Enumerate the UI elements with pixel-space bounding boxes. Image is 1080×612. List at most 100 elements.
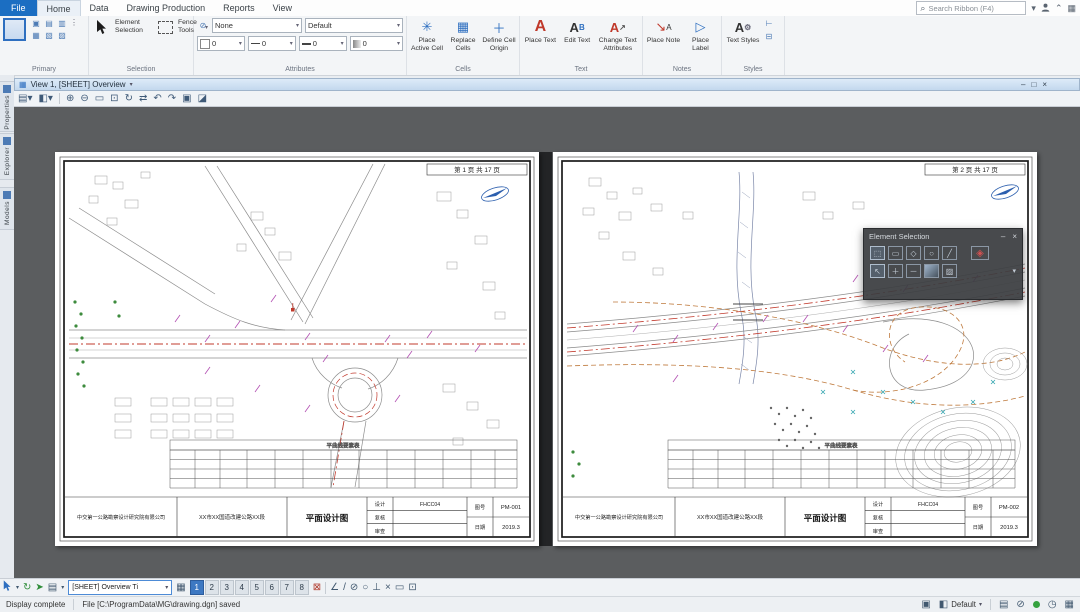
view-minimize-icon[interactable]: –	[1021, 80, 1025, 89]
element-template-combo[interactable]: Default ▾	[305, 18, 403, 33]
pin-ribbon-icon[interactable]: ▾	[1031, 4, 1036, 13]
zoom-out-icon[interactable]: ⊖	[80, 94, 88, 104]
drawing-canvas[interactable]: 第 1 页 共 17 页	[14, 107, 1080, 578]
place-note-button[interactable]: ↘A Place Note	[646, 18, 681, 45]
tab-home[interactable]: Home	[37, 0, 81, 16]
sheet-selector-combo[interactable]: [SHEET] Overview Ti ▾	[68, 580, 172, 595]
active-transparency-combo[interactable]: 0 ▾	[350, 36, 403, 51]
mode-new-icon[interactable]: ↖	[870, 264, 885, 278]
select-all-icon[interactable]: ◈	[971, 246, 989, 260]
tab-file[interactable]: File	[0, 0, 37, 16]
display-style-selector[interactable]: ◧ Default ▾	[939, 600, 982, 610]
close-view-icon[interactable]: ⊠	[313, 583, 321, 593]
text-styles-button[interactable]: A⚙ Text Styles	[725, 18, 761, 45]
active-color-combo[interactable]: 0 ▾	[197, 36, 245, 51]
sidebar-item-properties[interactable]: Properties	[0, 81, 15, 132]
mode-subtract-icon[interactable]: －	[906, 264, 921, 278]
fence-mode-icon[interactable]: ▭	[395, 583, 404, 593]
sidebar-item-models[interactable]: Models	[0, 187, 15, 230]
accusnap-toggle-icon[interactable]: ○	[362, 583, 368, 593]
models-icon[interactable]: ▥	[56, 18, 68, 29]
active-line-style-combo[interactable]: 0 ▾	[248, 36, 296, 51]
method-individual-icon[interactable]: ⬚	[870, 246, 885, 260]
collapse-ribbon-icon[interactable]: ⌃	[1055, 4, 1063, 13]
method-shape-icon[interactable]: ◇	[906, 246, 921, 260]
replace-cells-button[interactable]: ▦ Replace Cells	[446, 18, 480, 52]
element-selection-dialog-titlebar[interactable]: Element Selection – ×	[864, 229, 1022, 244]
message-center-icon[interactable]: ▤	[999, 600, 1008, 610]
method-block-icon[interactable]: ▭	[888, 246, 903, 260]
tab-reports[interactable]: Reports	[214, 0, 264, 16]
view-maximize-icon[interactable]: □	[1031, 80, 1036, 89]
active-line-weight-combo[interactable]: 0 ▾	[299, 36, 347, 51]
display-style-icon[interactable]: ◧▾	[38, 94, 52, 104]
mode-clear-icon[interactable]: ▨	[942, 264, 957, 278]
view-close-icon[interactable]: ×	[1042, 80, 1047, 89]
references-icon[interactable]: ▧	[43, 30, 55, 41]
rotate-view-icon[interactable]: ↻	[125, 94, 133, 104]
clip-volume-icon[interactable]: ◪	[198, 94, 207, 104]
view-attributes-icon[interactable]: ▤▾	[18, 94, 32, 104]
search-input[interactable]: ⌕ Search Ribbon (F4)	[916, 1, 1026, 15]
ortho-lock-icon[interactable]: ⊥	[372, 583, 381, 593]
help-icon[interactable]: ▦	[1067, 4, 1076, 13]
define-cell-origin-button[interactable]: ＋ Define Cell Origin	[482, 18, 516, 52]
method-line-icon[interactable]: ╱	[942, 246, 957, 260]
dimension-styles-icon[interactable]: ⊢	[763, 18, 775, 29]
element-styles-icon[interactable]: ⊟	[763, 31, 775, 42]
view-toggle-8[interactable]: 8	[295, 580, 309, 595]
level-lock-icon[interactable]: ⊘	[197, 20, 209, 31]
keypoint-snap-icon[interactable]: ⊘	[350, 583, 358, 593]
notifications-icon[interactable]: ▦	[1065, 600, 1074, 610]
sidebar-item-explorer[interactable]: Explorer	[0, 133, 15, 180]
pan-view-icon[interactable]: ⇄	[139, 94, 147, 104]
properties-icon[interactable]	[3, 18, 26, 41]
clear-selection-icon[interactable]: ×	[385, 583, 391, 593]
sync-view-icon[interactable]: ➤	[35, 583, 43, 593]
sheet-list-icon[interactable]: ▤	[48, 583, 57, 593]
tab-drawing-production[interactable]: Drawing Production	[118, 0, 215, 16]
place-label-button[interactable]: ▷ Place Label	[683, 18, 718, 52]
edit-text-button[interactable]: AB Edit Text	[560, 18, 595, 45]
attach-tools-icon[interactable]: ▤	[43, 18, 55, 29]
explorer-icon[interactable]: ▣	[30, 18, 42, 29]
snap-mode-icon[interactable]: ∠	[330, 583, 339, 593]
element-selection-dialog[interactable]: Element Selection – × ⬚ ▭ ◇ ○ ╱ ◈ ↖ ＋ － …	[863, 228, 1023, 300]
place-active-cell-button[interactable]: ✳ Place Active Cell	[410, 18, 444, 52]
dialog-expand-icon[interactable]: ▾	[1012, 267, 1016, 275]
view-toggle-3[interactable]: 3	[220, 580, 234, 595]
level-display-icon[interactable]: ▦	[30, 30, 42, 41]
refresh-model-icon[interactable]: ↻	[23, 583, 31, 593]
primary-more-icon[interactable]: ⋮	[70, 18, 78, 27]
change-text-attributes-button[interactable]: A↗ Change Text Attributes	[597, 18, 639, 52]
mode-invert-icon[interactable]	[924, 264, 939, 278]
active-level-combo[interactable]: None ▾	[212, 18, 302, 33]
raster-manager-icon[interactable]: ▨	[56, 30, 68, 41]
active-tool-icon[interactable]	[3, 580, 12, 595]
sheet-2[interactable]: 第 2 页 共 17 页	[553, 152, 1037, 546]
lock-status-icon[interactable]: ⊘	[1016, 600, 1024, 610]
view-group-icon[interactable]: ▦	[176, 583, 185, 593]
view-toggle-2[interactable]: 2	[205, 580, 219, 595]
mode-add-icon[interactable]: ＋	[888, 264, 903, 278]
fit-view-icon[interactable]: ⊡	[110, 94, 118, 104]
view-toggle-5[interactable]: 5	[250, 580, 264, 595]
zoom-in-icon[interactable]: ⊕	[66, 94, 74, 104]
view-previous-icon[interactable]: ↶	[153, 94, 161, 104]
method-circle-icon[interactable]: ○	[924, 246, 939, 260]
tab-view[interactable]: View	[264, 0, 301, 16]
place-text-button[interactable]: A Place Text	[523, 18, 558, 45]
tab-data[interactable]: Data	[81, 0, 118, 16]
view-title-caret-icon[interactable]: ▾	[130, 81, 133, 88]
dialog-minimize-icon[interactable]: –	[1001, 232, 1005, 241]
copy-view-icon[interactable]: ▣	[182, 94, 191, 104]
sheet-list-caret-icon[interactable]: ▾	[61, 585, 64, 591]
tool-caret-icon[interactable]: ▾	[16, 585, 19, 591]
sheet-1[interactable]: 第 1 页 共 17 页	[55, 152, 539, 546]
view-toggle-4[interactable]: 4	[235, 580, 249, 595]
nearest-snap-icon[interactable]: /	[343, 583, 346, 593]
dialog-close-icon[interactable]: ×	[1012, 232, 1017, 241]
view-next-icon[interactable]: ↷	[168, 94, 176, 104]
fit-active-icon[interactable]: ⊡	[408, 583, 416, 593]
view-window-titlebar[interactable]: ▦ View 1, [SHEET] Overview ▾ – □ ×	[14, 78, 1080, 91]
